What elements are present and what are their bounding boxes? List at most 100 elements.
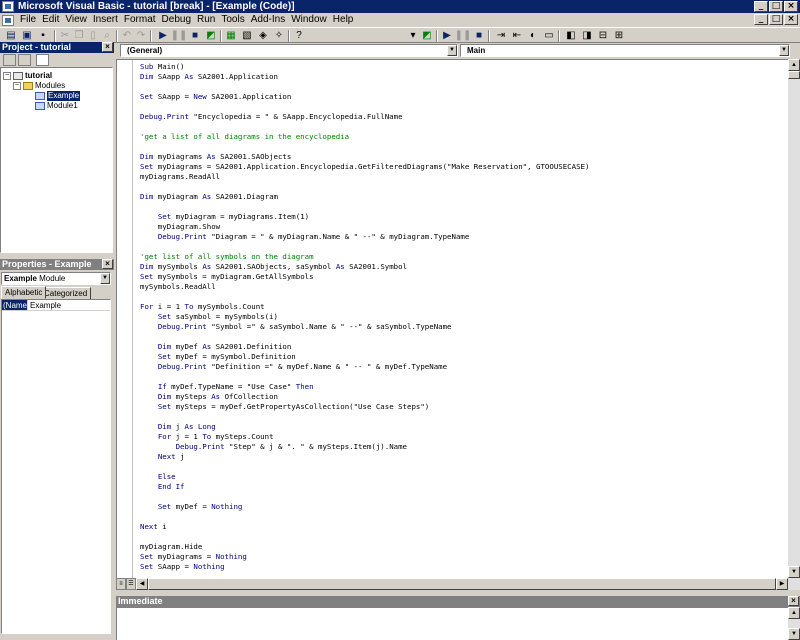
properties-object-select[interactable]: Example Module ▼ — [1, 272, 111, 285]
horizontal-scroll-thumb[interactable] — [148, 578, 776, 590]
menu-window[interactable]: Window — [288, 13, 330, 27]
toggle-breakpoint-icon[interactable]: ◐ — [526, 29, 540, 42]
immediate-window[interactable] — [116, 607, 788, 640]
comment-icon[interactable]: ▭ — [542, 29, 556, 42]
code-line[interactable]: Sub Main() — [140, 62, 589, 72]
bookmark-icon[interactable]: ◧ — [564, 29, 578, 42]
code-line[interactable]: Dim myDiagram As SA2001.Diagram — [140, 192, 589, 202]
restore-button[interactable]: □ — [769, 1, 783, 12]
code-text[interactable]: Sub Main() Dim SAapp As SA2001.Applicatio… — [140, 62, 589, 572]
code-window-system-icon[interactable] — [2, 14, 14, 26]
code-line[interactable]: Set mySteps = myDef.GetPropertyAsCollect… — [140, 402, 589, 412]
code-editor[interactable]: Sub Main() Dim SAapp As SA2001.Applicatio… — [116, 59, 788, 578]
code-line[interactable]: For i = 1 To mySymbols.Count — [140, 302, 589, 312]
code-line[interactable] — [140, 412, 589, 422]
design-mode-icon[interactable]: ◩ — [204, 29, 218, 42]
menu-tools[interactable]: Tools — [218, 13, 247, 27]
clear-bookmarks-icon[interactable]: ⊞ — [612, 29, 626, 42]
insert-module-icon[interactable]: ▣ — [20, 29, 34, 42]
chevron-down-icon[interactable]: ▼ — [100, 273, 110, 284]
code-line[interactable] — [140, 82, 589, 92]
scroll-right-icon[interactable]: ▶ — [776, 578, 788, 590]
code-line[interactable]: myDiagrams.ReadAll — [140, 172, 589, 182]
debug-break-icon[interactable]: ❚❚ — [455, 29, 472, 42]
reset-icon[interactable]: ■ — [188, 29, 202, 42]
save-icon[interactable]: ▪ — [36, 29, 50, 42]
debug-reset-icon[interactable]: ■ — [472, 29, 486, 42]
toggle-folders-icon[interactable] — [36, 54, 49, 66]
code-line[interactable]: myDiagram.Hide — [140, 542, 589, 552]
code-line[interactable]: Set saSymbol = mySymbols(i) — [140, 312, 589, 322]
mdi-minimize-button[interactable]: _ — [754, 14, 768, 25]
immediate-vertical-scrollbar[interactable]: ▲ ▼ — [788, 607, 800, 640]
menu-format[interactable]: Format — [121, 13, 159, 27]
code-line[interactable]: Else — [140, 472, 589, 482]
scroll-up-icon[interactable]: ▲ — [788, 59, 800, 71]
full-module-view-icon[interactable]: ☰ — [126, 578, 136, 590]
close-button[interactable]: × — [784, 1, 798, 12]
find-icon[interactable]: ⌕ — [100, 29, 114, 42]
code-line[interactable] — [140, 532, 589, 542]
design-icon[interactable]: ◩ — [420, 29, 434, 42]
mdi-restore-button[interactable]: □ — [769, 14, 783, 25]
project-explorer-close-button[interactable]: × — [102, 42, 113, 52]
procedure-view-icon[interactable]: ≡ — [116, 578, 126, 590]
menu-help[interactable]: Help — [330, 13, 357, 27]
undo-icon[interactable]: ↶ — [120, 29, 134, 42]
chevron-down-icon[interactable]: ▼ — [447, 45, 457, 56]
object-browser-icon[interactable]: ◈ — [256, 29, 270, 42]
margin-indicator-bar[interactable] — [117, 60, 133, 578]
code-line[interactable]: End If — [140, 482, 589, 492]
code-line[interactable]: Set myDiagrams = SA2001.Application.Ency… — [140, 162, 589, 172]
menu-add-ins[interactable]: Add-Ins — [248, 13, 288, 27]
scroll-thumb[interactable] — [788, 71, 800, 79]
vba-app-icon[interactable] — [2, 1, 14, 12]
code-line[interactable]: Next j — [140, 452, 589, 462]
code-line[interactable]: If myDef.TypeName = "Use Case" Then — [140, 382, 589, 392]
prev-bookmark-icon[interactable]: ⊟ — [596, 29, 610, 42]
code-line[interactable] — [140, 122, 589, 132]
property-value[interactable]: Example — [28, 300, 61, 310]
code-line[interactable] — [140, 102, 589, 112]
tree-node-project[interactable]: − tutorial — [3, 71, 52, 81]
code-line[interactable] — [140, 242, 589, 252]
code-line[interactable]: mySymbols.ReadAll — [140, 282, 589, 292]
break-icon[interactable]: ❚❚ — [171, 29, 188, 42]
code-line[interactable] — [140, 492, 589, 502]
view-host-icon[interactable]: ▤ — [4, 29, 18, 42]
toolbar-options-icon[interactable]: ▾ — [406, 29, 420, 42]
collapse-icon[interactable]: − — [3, 72, 11, 80]
code-line[interactable]: Set SAapp = Nothing — [140, 562, 589, 572]
cut-icon[interactable]: ✂ — [58, 29, 72, 42]
code-line[interactable] — [140, 512, 589, 522]
tree-node-example[interactable]: Example — [35, 91, 81, 101]
tab-alphabetic[interactable]: Alphabetic — [1, 286, 47, 299]
debug-run-icon[interactable]: ▶ — [440, 29, 454, 42]
minimize-button[interactable]: _ — [754, 1, 768, 12]
project-explorer-icon[interactable]: ▦ — [224, 29, 238, 42]
scroll-down-icon[interactable]: ▼ — [788, 628, 800, 640]
code-line[interactable]: 'get list of all symbols on the diagram — [140, 252, 589, 262]
code-line[interactable]: Dim mySteps As OfCollection — [140, 392, 589, 402]
code-line[interactable]: Debug.Print "Diagram = " & myDiagram.Nam… — [140, 232, 589, 242]
code-line[interactable]: Debug.Print "Definition =" & myDef.Name … — [140, 362, 589, 372]
object-select[interactable]: (General) ▼ — [120, 44, 458, 57]
properties-close-button[interactable]: × — [102, 259, 113, 269]
property-row[interactable]: (Name) Example — [2, 300, 110, 311]
outdent-icon[interactable]: ⇤ — [510, 29, 524, 42]
code-line[interactable]: Set myDef = Nothing — [140, 502, 589, 512]
view-code-icon[interactable] — [3, 54, 16, 66]
code-line[interactable]: Debug.Print "Step" & j & ". " & mySteps.… — [140, 442, 589, 452]
code-vertical-scrollbar[interactable]: ▲ ▼ — [788, 59, 800, 578]
next-bookmark-icon[interactable]: ◨ — [580, 29, 594, 42]
menu-run[interactable]: Run — [194, 13, 218, 27]
immediate-close-button[interactable]: × — [788, 596, 799, 606]
toolbox-icon[interactable]: ✧ — [272, 29, 286, 42]
code-horizontal-scrollbar[interactable]: ≡ ☰ ◀ ▶ — [116, 578, 800, 590]
code-line[interactable]: Next i — [140, 522, 589, 532]
paste-icon[interactable]: ▯ — [86, 29, 100, 42]
redo-icon[interactable]: ↷ — [134, 29, 148, 42]
chevron-down-icon[interactable]: ▼ — [779, 45, 789, 56]
code-line[interactable] — [140, 182, 589, 192]
menu-insert[interactable]: Insert — [90, 13, 121, 27]
